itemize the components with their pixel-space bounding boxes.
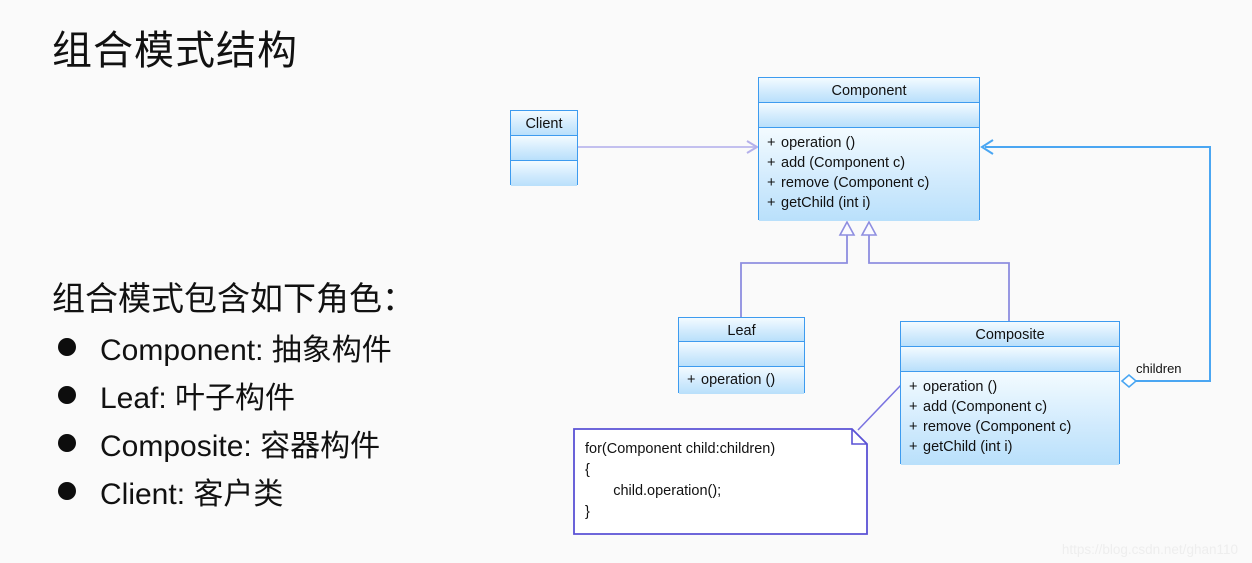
association-end-label: children (1136, 361, 1182, 376)
class-name-composite: Composite (901, 322, 1119, 347)
operation-row: + remove (Component c) (901, 417, 1119, 437)
visibility-marker: + (767, 135, 776, 151)
operation-row: + operation () (901, 377, 1119, 397)
watermark: https://blog.csdn.net/ghan110 (1061, 542, 1238, 557)
class-operations-composite: + operation () + add (Component c) + remove… (901, 372, 1119, 465)
visibility-marker: + (909, 439, 918, 455)
uml-note[interactable]: for(Component child:children) { child.op… (573, 428, 868, 535)
operation-row: + getChild (int i) (901, 437, 1119, 457)
operation-row: + remove (Component c) (759, 173, 979, 193)
edge-client-to-component (578, 140, 759, 154)
operation-signature: add (Component c) (923, 399, 1048, 415)
visibility-marker: + (767, 175, 776, 191)
edge-leaf-generalization (740, 220, 856, 318)
class-attributes-client (511, 136, 577, 161)
operation-row: + add (Component c) (901, 397, 1119, 417)
visibility-marker: + (687, 372, 696, 388)
class-operations-client (511, 161, 577, 186)
uml-class-leaf[interactable]: Leaf + operation () (678, 317, 805, 394)
edge-note-anchor (857, 384, 902, 431)
class-name-client: Client (511, 111, 577, 136)
operation-signature: operation () (701, 372, 776, 388)
visibility-marker: + (909, 379, 918, 395)
operation-row: + operation () (679, 370, 804, 390)
operation-signature: remove (Component c) (923, 419, 1072, 435)
class-attributes-component (759, 103, 979, 128)
slide-canvas: 组合模式结构 组合模式包含如下角色： Component: 抽象构件 Leaf:… (0, 0, 1252, 563)
operation-row: + operation () (759, 133, 979, 153)
class-name-leaf: Leaf (679, 318, 804, 342)
operation-signature: operation () (781, 135, 856, 151)
operation-signature: getChild (int i) (781, 195, 871, 211)
edge-composite-generalization (860, 220, 1010, 322)
operation-signature: getChild (int i) (923, 439, 1013, 455)
operation-row: + add (Component c) (759, 153, 979, 173)
class-attributes-composite (901, 347, 1119, 372)
visibility-marker: + (767, 195, 776, 211)
uml-class-diagram: Component : dependency (open arrow) --> (0, 0, 1252, 563)
note-text: for(Component child:children) { child.op… (585, 441, 776, 520)
class-operations-leaf: + operation () (679, 367, 804, 394)
visibility-marker: + (909, 399, 918, 415)
uml-class-client[interactable]: Client (510, 110, 578, 186)
operation-signature: add (Component c) (781, 155, 906, 171)
operation-signature: remove (Component c) (781, 175, 930, 191)
class-attributes-leaf (679, 342, 804, 367)
operation-row: + getChild (int i) (759, 193, 979, 213)
class-name-component: Component (759, 78, 979, 103)
visibility-marker: + (909, 419, 918, 435)
visibility-marker: + (767, 155, 776, 171)
uml-class-composite[interactable]: Composite + operation () + add (Component … (900, 321, 1120, 465)
class-operations-component: + operation () + add (Component c) + remove… (759, 128, 979, 221)
operation-signature: operation () (923, 379, 998, 395)
uml-class-component[interactable]: Component + operation () + add (Component … (758, 77, 980, 221)
